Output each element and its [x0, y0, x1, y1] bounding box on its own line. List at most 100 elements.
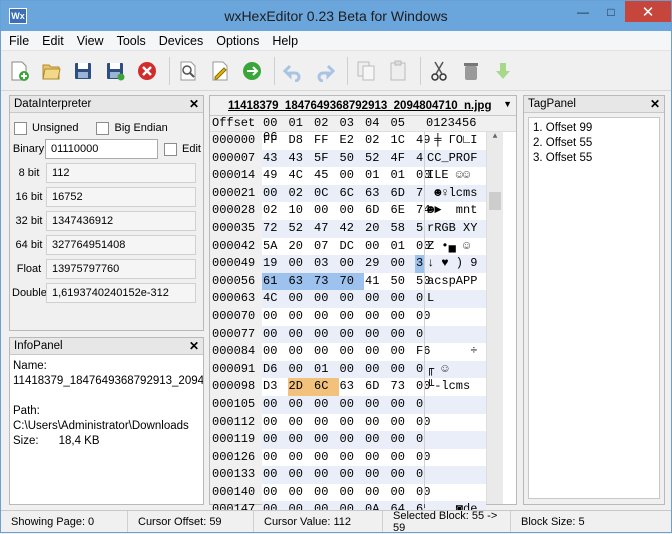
hex-byte[interactable]: 07	[313, 238, 339, 256]
hex-byte[interactable]: 0C	[313, 185, 339, 203]
hex-byte[interactable]: 63	[287, 272, 313, 291]
hex-byte[interactable]: 00	[262, 431, 288, 449]
hex-byte[interactable]: 00	[288, 414, 314, 432]
int64-value[interactable]: 327764951408	[46, 235, 196, 255]
hex-byte[interactable]: 00	[364, 431, 390, 449]
unsigned-checkbox[interactable]	[14, 121, 27, 135]
hex-byte[interactable]: 00	[364, 484, 390, 502]
hex-row[interactable]: 43 43 5F 50 52 4F 46	[262, 149, 430, 168]
hex-byte[interactable]: FF	[313, 132, 339, 150]
hex-byte[interactable]: E2	[339, 132, 365, 150]
int32-value[interactable]: 1347436912	[46, 211, 196, 231]
hex-row[interactable]: 19 00 03 00 29 00 39	[262, 255, 441, 273]
hex-byte[interactable]: 61	[262, 272, 288, 291]
vertical-scrollbar[interactable]: ▲	[486, 132, 503, 504]
maximize-button[interactable]: □	[597, 1, 625, 22]
hex-row[interactable]: 49 4C 45 00 01 01 00	[262, 167, 430, 185]
hex-byte[interactable]: 00	[339, 361, 365, 379]
hex-row[interactable]: D6 00 01 00 00 00 00	[262, 360, 430, 379]
hex-byte[interactable]: 00	[262, 185, 288, 203]
hex-byte[interactable]: 19	[262, 255, 288, 273]
hex-byte[interactable]: 70	[338, 272, 364, 291]
hex-byte[interactable]: 50	[339, 150, 365, 168]
hex-byte[interactable]: 00	[288, 343, 314, 361]
ascii-area[interactable]: ╪ ΓO∟I CC_PROF ILE ☺☺ ☻♀lcms ☻► mnt rRGB XY Z…	[424, 132, 486, 520]
ascii-row[interactable]	[425, 449, 486, 467]
ascii-row[interactable]: ╪ ΓO∟I	[425, 132, 486, 150]
hex-byte[interactable]: D3	[262, 378, 288, 396]
redo-icon[interactable]	[313, 59, 337, 83]
hex-byte[interactable]: 00	[390, 255, 416, 273]
hex-byte[interactable]: 00	[390, 326, 416, 344]
hex-row[interactable]: 00 00 00 00 00 00 00	[262, 325, 430, 344]
scrollbar-thumb[interactable]	[489, 192, 501, 210]
close-file-icon[interactable]	[135, 59, 159, 83]
ascii-row[interactable]	[425, 414, 486, 432]
hex-byte[interactable]: FF	[262, 132, 288, 150]
hex-row[interactable]: 5A 20 07 DC 00 01 00	[262, 238, 430, 256]
hex-byte[interactable]: 00	[339, 414, 365, 432]
hex-byte[interactable]: 00	[313, 326, 339, 344]
hex-byte[interactable]: 50	[390, 273, 416, 291]
double-value[interactable]: 1,6193740240152e-312	[46, 283, 196, 303]
ascii-row[interactable]: ILE ☺☺	[425, 167, 486, 185]
scroll-up-icon[interactable]: ▲	[487, 132, 503, 148]
close-window-button[interactable]: ✕	[625, 1, 671, 22]
hex-byte[interactable]: 6C	[313, 378, 339, 396]
hex-byte[interactable]: 63	[339, 378, 365, 396]
ascii-row[interactable]: ☻♀lcms	[425, 184, 486, 203]
menu-edit[interactable]: Edit	[42, 34, 64, 48]
find-icon[interactable]	[176, 59, 200, 83]
hex-byte[interactable]: 52	[288, 220, 314, 238]
hex-byte[interactable]: 00	[288, 308, 314, 326]
hex-byte[interactable]: D8	[288, 132, 314, 150]
goto-offset-icon[interactable]	[240, 59, 264, 83]
hex-byte[interactable]: 43	[288, 150, 314, 168]
hex-byte[interactable]: 00	[288, 396, 314, 414]
hex-byte[interactable]: 73	[313, 272, 339, 291]
ascii-row[interactable]: ╓ ☺	[425, 360, 486, 379]
hex-byte[interactable]: 00	[288, 361, 314, 379]
binary-field[interactable]: 01110000	[45, 139, 159, 159]
ascii-row[interactable]	[425, 484, 486, 502]
paste-icon[interactable]	[386, 59, 410, 83]
hex-byte[interactable]: 00	[390, 449, 416, 467]
hex-byte[interactable]: 6D	[390, 185, 416, 203]
ascii-row[interactable]	[425, 395, 486, 414]
hex-byte[interactable]: 1C	[390, 132, 416, 150]
hex-byte[interactable]: 00	[262, 484, 288, 502]
hex-row[interactable]: 00 00 00 00 00 00 00	[262, 484, 430, 502]
hex-byte[interactable]: 01	[390, 238, 416, 256]
hex-byte[interactable]: 4C	[288, 167, 314, 185]
hex-byte[interactable]: 01	[390, 167, 416, 185]
hex-byte[interactable]: 42	[339, 220, 365, 238]
hex-byte[interactable]: 00	[262, 449, 288, 467]
hex-row[interactable]: 00 00 00 00 00 00 00	[262, 395, 430, 414]
copy-icon[interactable]	[354, 59, 378, 83]
hex-byte[interactable]: 6D	[364, 378, 390, 396]
hex-byte[interactable]: 52	[364, 150, 390, 168]
hex-byte[interactable]: 00	[339, 449, 365, 467]
hex-byte[interactable]: 00	[313, 431, 339, 449]
hex-row[interactable]: D3 2D 6C 63 6D 73 00	[262, 378, 430, 396]
hex-byte[interactable]: 00	[390, 466, 416, 484]
ascii-row[interactable]: ÷	[425, 343, 486, 361]
ascii-row[interactable]	[425, 466, 486, 484]
hex-byte[interactable]: DC	[339, 238, 365, 256]
insert-icon[interactable]	[491, 59, 515, 83]
hex-byte[interactable]: 6C	[339, 185, 365, 203]
hex-row[interactable]: 00 02 0C 6C 63 6D 73	[262, 184, 430, 203]
hex-byte[interactable]: 00	[313, 414, 339, 432]
hex-byte[interactable]: 00	[339, 326, 365, 344]
hex-byte[interactable]: 00	[339, 466, 365, 484]
hex-byte[interactable]: 63	[364, 185, 390, 203]
hex-byte[interactable]: 00	[313, 343, 339, 361]
hex-byte[interactable]: 4F	[390, 150, 416, 168]
title-bar[interactable]: Wx wxHexEditor 0.23 Beta for Windows — □…	[1, 1, 671, 31]
ascii-row[interactable]	[425, 308, 486, 326]
hex-byte[interactable]: 43	[262, 150, 288, 168]
tag-item[interactable]: 2. Offset 55	[533, 136, 655, 151]
hex-byte[interactable]: 00	[313, 202, 339, 220]
hex-byte[interactable]: 00	[364, 466, 390, 484]
hex-byte[interactable]: 02	[364, 132, 390, 150]
